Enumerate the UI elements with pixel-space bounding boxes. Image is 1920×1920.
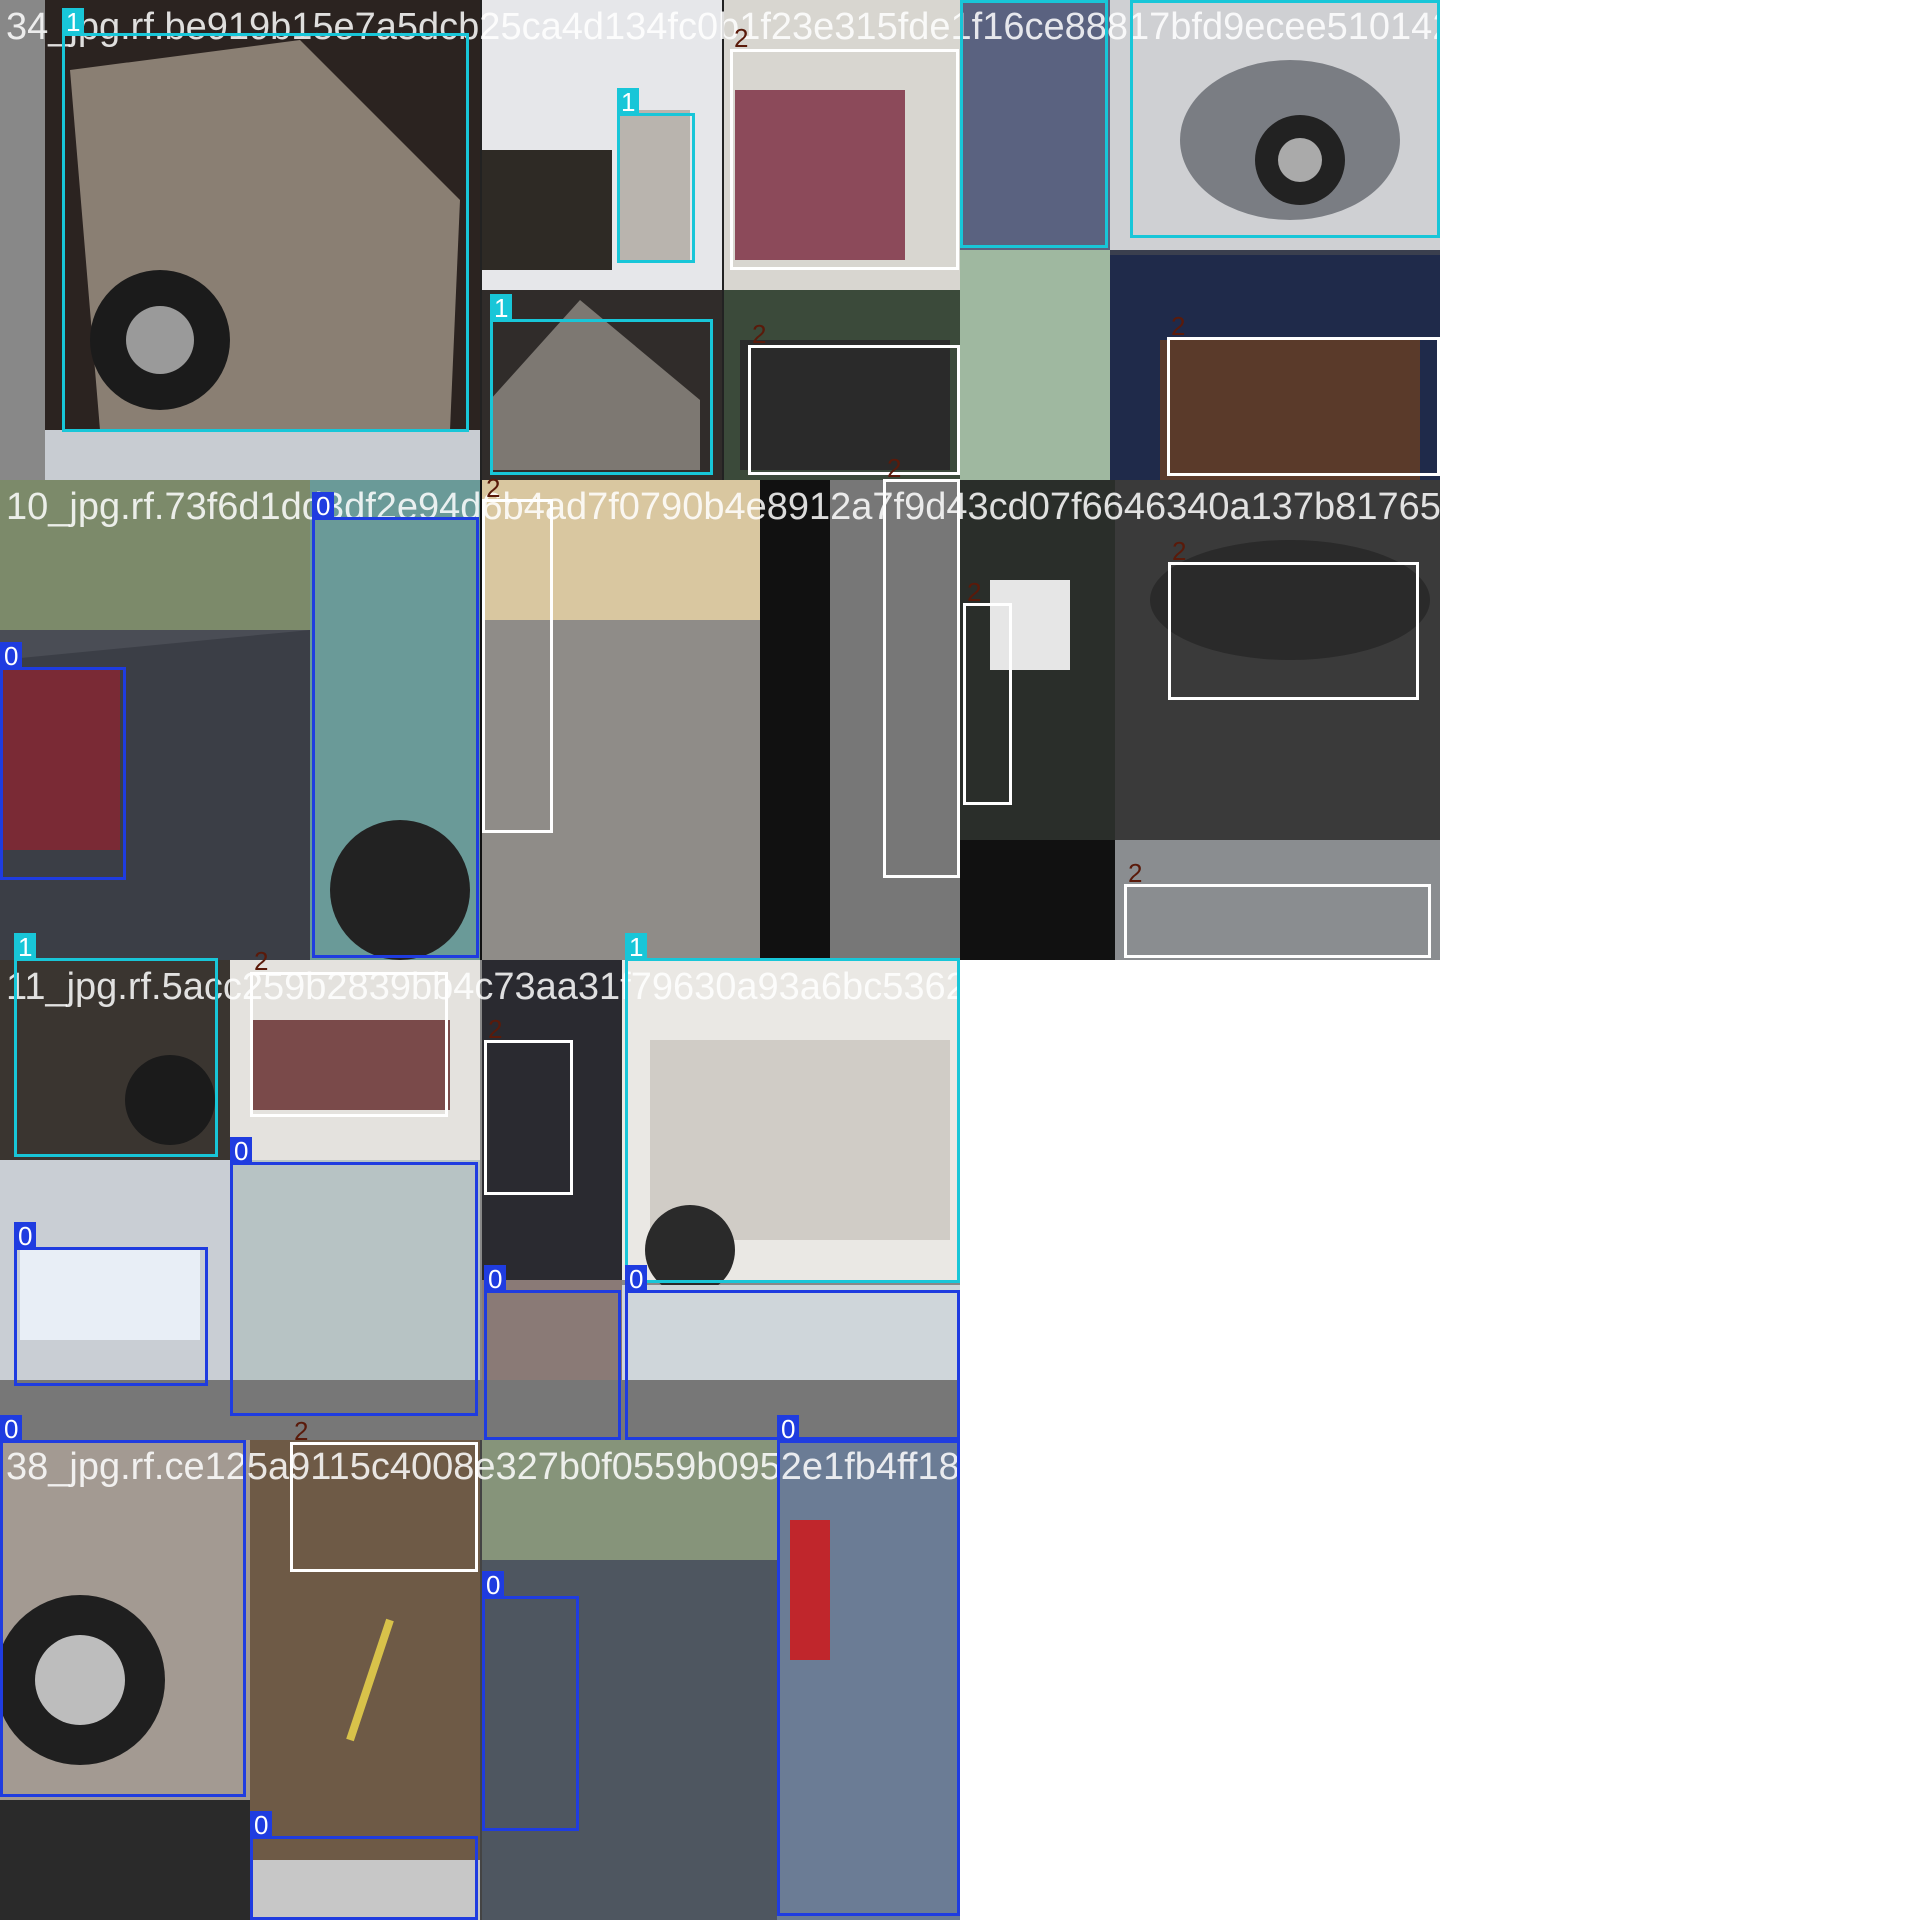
bbox-class-tag: 0 bbox=[777, 1415, 800, 1443]
bbox-class-0: 0 bbox=[312, 492, 479, 958]
bbox-class-tag: 0 bbox=[0, 642, 23, 670]
crash-photo-collage-3 bbox=[0, 480, 960, 960]
bbox-class-tag: 2 bbox=[1171, 311, 1186, 341]
bbox-class-tag: 1 bbox=[617, 88, 640, 116]
mosaic-tile-3 bbox=[0, 480, 960, 960]
bbox-class-2: 2 bbox=[963, 578, 1012, 805]
bbox-class-2: 2 bbox=[748, 320, 960, 475]
bbox-class-tag: 1 bbox=[960, 0, 983, 3]
bbox-class-tag: 0 bbox=[625, 1265, 648, 1293]
bbox-class-tag: 2 bbox=[254, 946, 269, 976]
bbox-class-1: 1 bbox=[617, 88, 695, 263]
bbox-class-tag: 0 bbox=[484, 1265, 507, 1293]
bbox-class-tag: 0 bbox=[250, 1811, 273, 1839]
mosaic-label-2: 10_jpg.rf.73f6d1dd3df2e94d6b4ad7f0790b4e… bbox=[6, 486, 1701, 528]
bbox-class-tag: 1 bbox=[490, 294, 513, 322]
bbox-class-0: 0 bbox=[0, 642, 126, 880]
bbox-class-0: 0 bbox=[0, 1415, 246, 1797]
bbox-class-1: 1 bbox=[1130, 0, 1440, 238]
bbox-class-0: 0 bbox=[230, 1137, 478, 1416]
bbox-class-1: 1 bbox=[14, 933, 218, 1157]
bbox-class-tag: 2 bbox=[967, 577, 982, 607]
bbox-class-1: 1 bbox=[625, 933, 960, 1283]
bbox-class-0: 0 bbox=[482, 1571, 579, 1831]
bbox-class-2: 2 bbox=[1167, 312, 1440, 476]
bbox-class-tag: 0 bbox=[14, 1222, 37, 1250]
bbox-class-2: 2 bbox=[250, 947, 448, 1117]
bbox-class-tag: 0 bbox=[482, 1571, 505, 1599]
bbox-class-tag: 2 bbox=[734, 23, 749, 53]
bbox-class-tag: 1 bbox=[625, 933, 648, 961]
bbox-class-2: 2 bbox=[484, 1015, 573, 1195]
bbox-class-2: 2 bbox=[730, 24, 959, 270]
bbox-class-0: 0 bbox=[250, 1811, 478, 1920]
bbox-class-tag: 0 bbox=[312, 492, 335, 520]
bbox-class-tag: 0 bbox=[230, 1137, 253, 1165]
bbox-class-tag: 1 bbox=[14, 933, 37, 961]
bbox-class-tag: 2 bbox=[752, 319, 767, 349]
bbox-class-tag: 1 bbox=[1130, 0, 1153, 3]
bbox-class-tag: 2 bbox=[294, 1416, 309, 1446]
bbox-class-tag: 2 bbox=[1172, 536, 1187, 566]
bbox-class-tag: 0 bbox=[0, 1415, 23, 1443]
bbox-class-1: 1 bbox=[62, 8, 469, 432]
bbox-class-0: 0 bbox=[484, 1265, 621, 1440]
bbox-class-0: 0 bbox=[777, 1415, 960, 1916]
bbox-class-2: 2 bbox=[1124, 859, 1431, 958]
bbox-class-tag: 2 bbox=[1128, 858, 1143, 888]
bbox-class-2: 2 bbox=[290, 1417, 478, 1572]
bbox-class-0: 0 bbox=[14, 1222, 208, 1386]
bbox-class-1: 1 bbox=[960, 0, 1108, 248]
bbox-class-2: 2 bbox=[482, 474, 553, 833]
bbox-class-tag: 2 bbox=[488, 1014, 503, 1044]
bbox-class-1: 1 bbox=[490, 294, 713, 475]
bbox-class-tag: 1 bbox=[62, 8, 85, 36]
bbox-class-2: 2 bbox=[883, 454, 960, 878]
bbox-class-tag: 2 bbox=[486, 473, 501, 503]
bbox-class-2: 2 bbox=[1168, 537, 1419, 700]
bbox-class-tag: 2 bbox=[887, 453, 902, 483]
